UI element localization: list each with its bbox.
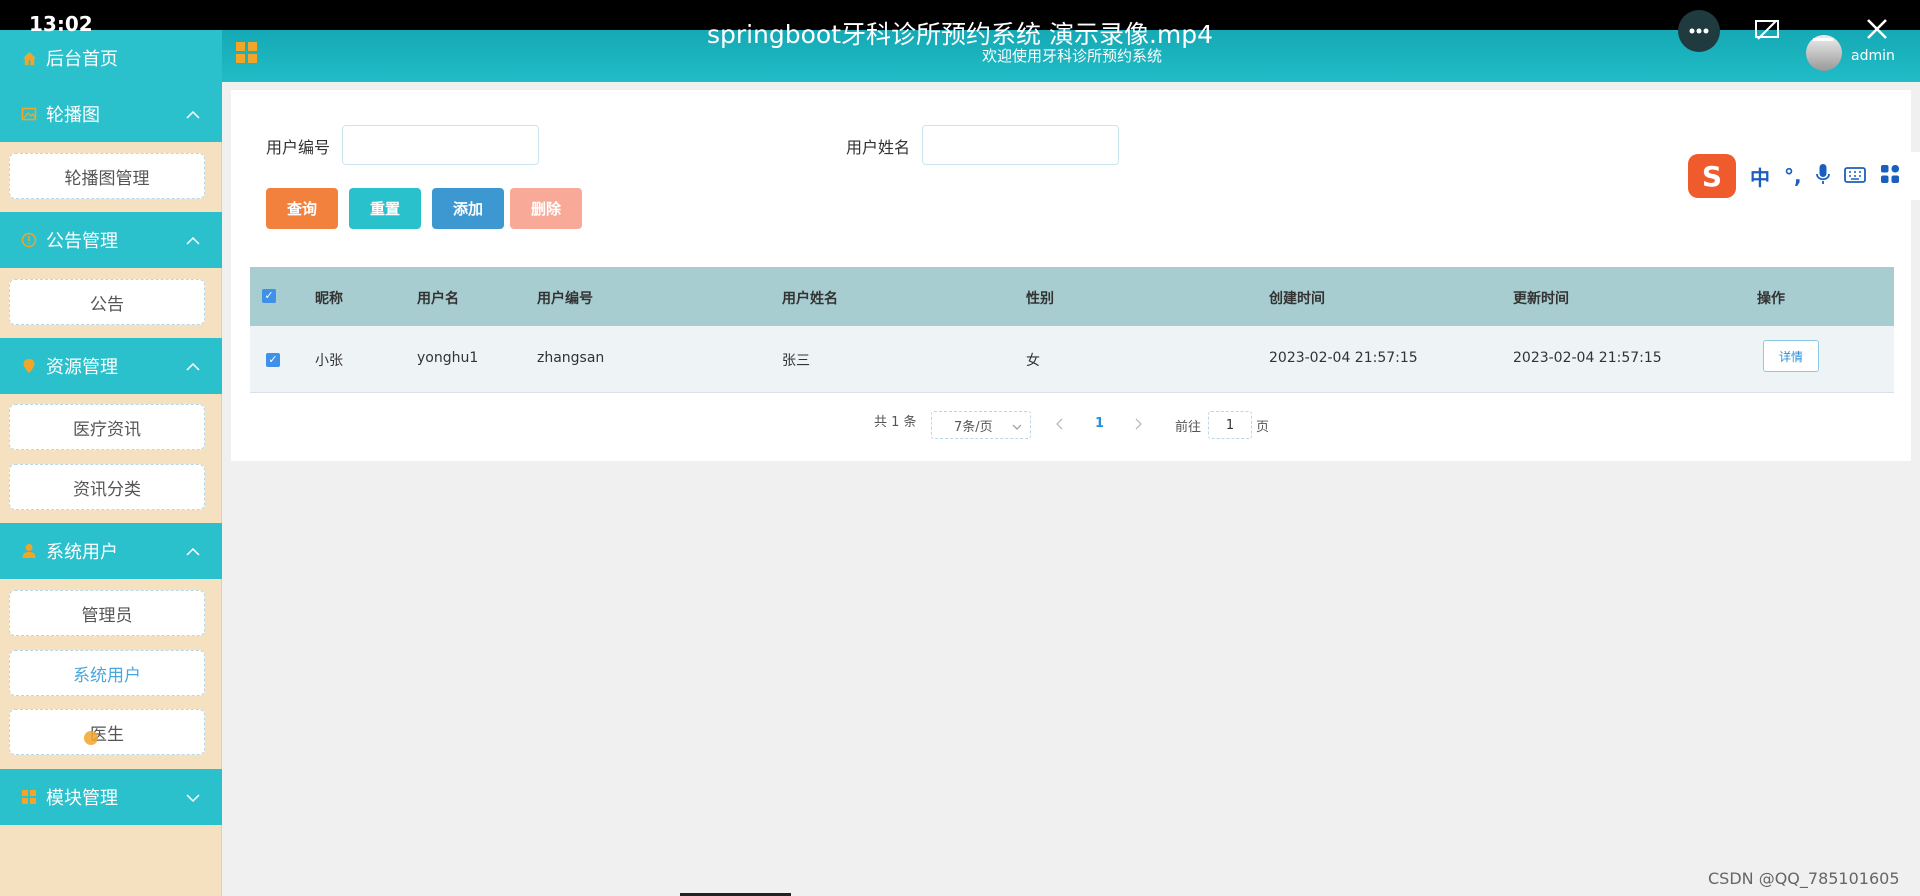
sidebar-item-label: 资讯分类	[73, 479, 141, 500]
user-name-label: 用户姓名	[846, 138, 911, 157]
sidebar-item-medical-news[interactable]: 医疗资讯	[9, 404, 205, 450]
sidebar: 后台首页 轮播图 轮播图管理 公告管理 公告 资源管理 医疗资讯 资讯分类 系统…	[0, 0, 222, 896]
user-no-input[interactable]	[342, 125, 539, 165]
ime-mode-label[interactable]: 中	[1750, 162, 1770, 191]
delete-button[interactable]: 删除	[510, 188, 582, 229]
user-icon	[20, 543, 38, 559]
sidebar-section-resources[interactable]: 资源管理	[0, 338, 222, 394]
page-size-value: 7条/页	[954, 419, 993, 435]
cell-username: yonghu1	[417, 350, 479, 366]
chevron-down-icon	[186, 787, 200, 808]
sidebar-section-label: 公告管理	[46, 231, 118, 252]
chevron-down-icon	[1012, 420, 1022, 435]
sidebar-section-modules[interactable]: 模块管理	[0, 769, 222, 825]
more-icon[interactable]	[1678, 10, 1720, 52]
table-header: ✓ 昵称 用户名 用户编号 用户姓名 性别 创建时间 更新时间 操作	[250, 267, 1894, 326]
cell-user-no: zhangsan	[537, 350, 605, 366]
ime-toolbar: S 中 °,	[1688, 152, 1920, 200]
pagination-total: 共 1 条	[874, 415, 917, 430]
query-button[interactable]: 查询	[266, 188, 338, 229]
user-table: ✓ 昵称 用户名 用户编号 用户姓名 性别 创建时间 更新时间 操作 ✓ 小张 …	[250, 267, 1894, 393]
column-header: 昵称	[315, 291, 343, 307]
cell-updated: 2023-02-04 21:57:15	[1513, 350, 1662, 366]
sidebar-item-label: 医疗资讯	[73, 419, 141, 440]
sidebar-item-notice[interactable]: 公告	[9, 279, 205, 325]
sidebar-item-news-category[interactable]: 资讯分类	[9, 464, 205, 510]
sogou-logo-icon[interactable]: S	[1688, 154, 1736, 198]
column-header-sortable[interactable]: 创建时间	[1269, 288, 1325, 308]
goto-page-input[interactable]: 1	[1208, 411, 1252, 439]
mouse-cursor-icon	[84, 731, 98, 745]
grid-icon	[20, 790, 38, 804]
sidebar-section-notice[interactable]: 公告管理	[0, 212, 222, 268]
image-icon	[20, 106, 38, 122]
info-icon	[20, 232, 38, 248]
cell-nickname: 小张	[315, 353, 343, 369]
detail-button[interactable]: 详情	[1763, 340, 1819, 372]
sidebar-item-label: 公告	[90, 294, 124, 315]
prev-page-icon[interactable]	[1056, 418, 1064, 434]
sidebar-item-system-user[interactable]: 系统用户	[9, 650, 205, 696]
sidebar-item-doctor[interactable]: 医生	[9, 709, 205, 755]
chevron-up-icon	[186, 541, 200, 562]
row-checkbox[interactable]: ✓	[266, 353, 280, 367]
goto-suffix: 页	[1256, 420, 1270, 435]
page-number-current[interactable]: 1	[1095, 416, 1104, 431]
ime-punct-label[interactable]: °,	[1784, 164, 1802, 188]
home-icon	[20, 51, 38, 66]
sidebar-item-label: 系统用户	[73, 665, 141, 686]
location-icon	[20, 358, 38, 374]
page-size-select[interactable]: 7条/页	[931, 411, 1031, 439]
microphone-icon[interactable]	[1815, 163, 1830, 190]
reset-button[interactable]: 重置	[349, 188, 421, 229]
column-header: 用户编号	[537, 291, 593, 307]
sidebar-item-carousel-manage[interactable]: 轮播图管理	[9, 153, 205, 199]
column-header: 性别	[1026, 291, 1054, 307]
add-button[interactable]: 添加	[432, 188, 504, 229]
cell-created: 2023-02-04 21:57:15	[1269, 350, 1418, 366]
close-icon[interactable]	[1866, 18, 1888, 44]
column-header: 用户姓名	[782, 291, 838, 307]
table-row: ✓ 小张 yonghu1 zhangsan 张三 女 2023-02-04 21…	[250, 326, 1894, 393]
chevron-up-icon	[186, 356, 200, 377]
next-page-icon[interactable]	[1134, 418, 1142, 434]
sidebar-item-label: 管理员	[81, 605, 133, 626]
goto-prefix: 前往	[1175, 420, 1202, 435]
chevron-up-icon	[186, 104, 200, 125]
cell-gender: 女	[1026, 353, 1040, 369]
chevron-up-icon	[186, 230, 200, 251]
sidebar-item-label: 轮播图管理	[64, 168, 150, 189]
watermark: CSDN @QQ_785101605	[1708, 869, 1900, 888]
sidebar-item-admin[interactable]: 管理员	[9, 590, 205, 636]
sidebar-section-system-users[interactable]: 系统用户	[0, 523, 222, 579]
user-no-label: 用户编号	[266, 138, 331, 157]
column-header: 操作	[1757, 291, 1785, 307]
video-title: springboot牙科诊所预约系统 演示录像.mp4	[706, 20, 1214, 49]
sidebar-section-carousel[interactable]: 轮播图	[0, 86, 222, 142]
column-header-sortable[interactable]: 更新时间	[1513, 288, 1569, 308]
sidebar-section-label: 模块管理	[46, 788, 118, 809]
user-name-input[interactable]	[922, 125, 1119, 165]
select-all-checkbox[interactable]: ✓	[262, 289, 276, 303]
goto-page-value: 1	[1225, 417, 1235, 433]
screen-off-icon[interactable]	[1755, 19, 1779, 45]
column-header: 用户名	[417, 291, 459, 307]
toolbox-icon[interactable]	[1880, 164, 1900, 189]
sidebar-section-label: 轮播图	[46, 105, 100, 126]
minimize-icon[interactable]	[1813, 38, 1833, 41]
sidebar-section-label: 资源管理	[46, 357, 118, 378]
cell-user-name: 张三	[782, 353, 810, 369]
sidebar-section-label: 系统用户	[46, 542, 118, 563]
keyboard-icon[interactable]	[1843, 164, 1866, 188]
